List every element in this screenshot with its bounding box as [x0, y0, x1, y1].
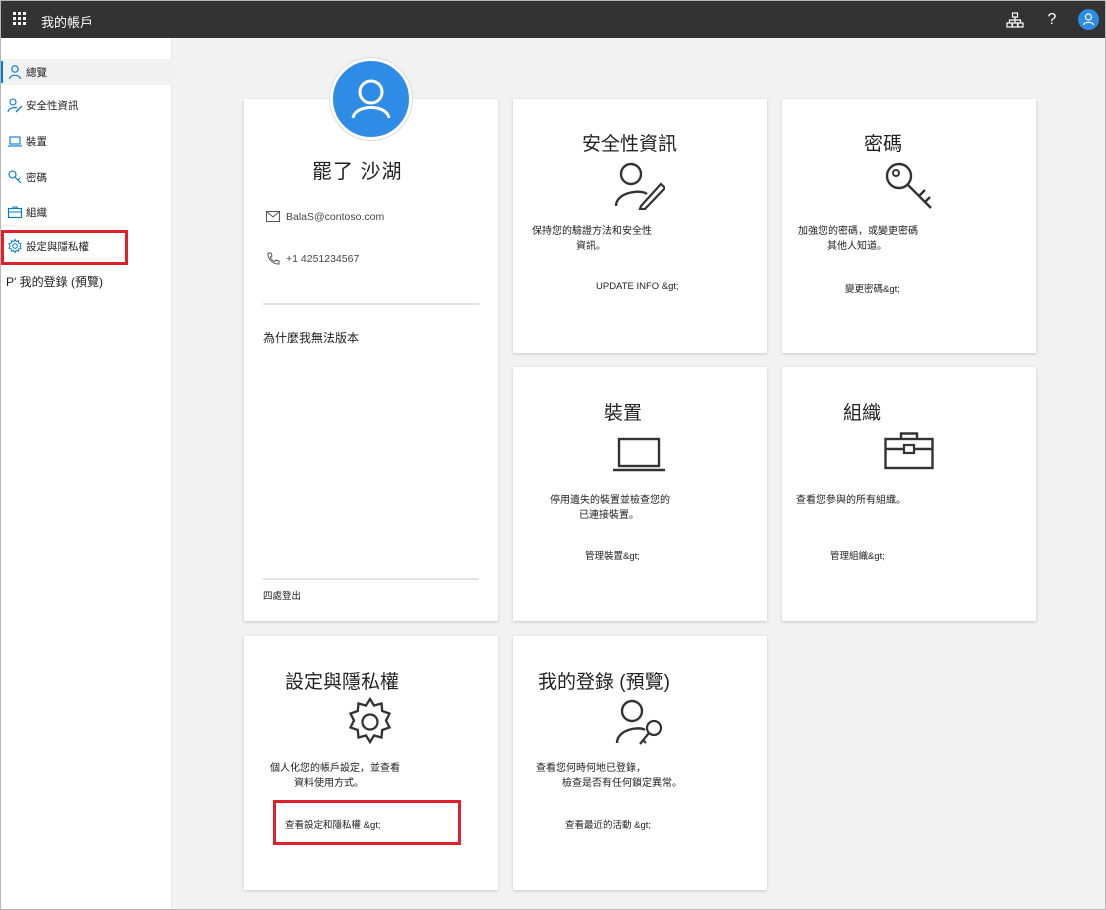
gear-icon: [348, 697, 392, 745]
mail-icon: [266, 211, 280, 222]
app-launcher-icon[interactable]: [13, 12, 27, 26]
card-description: 停用遺失的裝置並檢查您的 已連接裝置。: [550, 495, 670, 521]
security-info-icon: [7, 98, 23, 113]
profile-divider-bottom: [263, 578, 479, 580]
user-avatar-icon[interactable]: [1078, 9, 1099, 30]
sidebar: 總覽 安全性資訊 裝置 密碼 組織 設定與隱私權 P' 我的登錄 (預覽): [1, 38, 172, 909]
signout-everywhere-link[interactable]: 四處登出: [263, 588, 301, 602]
profile-name: 罷了 沙湖: [312, 161, 403, 183]
profile-avatar[interactable]: [330, 58, 412, 140]
card-title: 組織: [843, 403, 882, 424]
view-recent-activity-link[interactable]: 查看最近的活動 &gt;: [565, 817, 651, 831]
card-title: 密碼: [864, 134, 903, 155]
sidebar-item-label: 安全性資訊: [26, 100, 79, 112]
card-title: 安全性資訊: [582, 134, 678, 155]
card-description: 查看您何時何地已登錄， 檢查是否有任何鎖定異常。: [536, 763, 682, 789]
sidebar-item-security-info[interactable]: 安全性資訊: [1, 92, 172, 118]
why-cant-edit-link[interactable]: 為什麼我無法版本: [263, 329, 359, 346]
key-icon: [8, 170, 22, 184]
top-bar: 我的帳戶 ?: [1, 1, 1105, 38]
manage-organizations-link[interactable]: 管理組織&gt;: [830, 548, 885, 562]
signin-activity-icon: [615, 699, 663, 745]
sidebar-item-label: P' 我的登錄 (預覽): [6, 275, 103, 289]
profile-email: BalaS@contoso.com: [286, 211, 385, 223]
sidebar-item-label: 設定與隱私權: [26, 241, 89, 253]
sidebar-item-password[interactable]: 密碼: [1, 164, 172, 190]
sidebar-item-organizations[interactable]: 組織: [1, 199, 172, 225]
profile-phone: +1 4251234567: [286, 253, 360, 265]
sidebar-item-settings-privacy[interactable]: 設定與隱私權: [1, 233, 172, 259]
manage-devices-link[interactable]: 管理裝置&gt;: [585, 548, 640, 562]
gear-icon: [8, 238, 22, 254]
card-description: 查看您參與的所有組織。: [796, 495, 906, 506]
help-icon[interactable]: ?: [1042, 10, 1062, 30]
security-info-icon: [614, 162, 665, 210]
sidebar-item-my-signins[interactable]: P' 我的登錄 (預覽): [1, 268, 172, 294]
card-description: 保持您的驗證方法和安全性 資訊。: [532, 226, 652, 252]
card-description: 個人化您的帳戶設定，並查看 資料使用方式。: [270, 763, 400, 789]
laptop-icon: [613, 437, 665, 472]
key-icon: [885, 162, 932, 209]
briefcase-icon: [7, 206, 23, 219]
profile-divider-top: [263, 303, 479, 305]
card-title: 我的登錄 (預覽): [538, 672, 670, 693]
sidebar-item-devices[interactable]: 裝置: [1, 128, 172, 154]
sidebar-item-label: 裝置: [26, 136, 47, 148]
sidebar-item-label: 密碼: [26, 172, 47, 184]
laptop-icon: [8, 136, 22, 147]
person-icon: [8, 65, 22, 80]
app-title: 我的帳戶: [41, 15, 94, 30]
card-title: 設定與隱私權: [285, 672, 400, 693]
briefcase-icon: [884, 432, 934, 470]
change-password-link[interactable]: 變更密碼&gt;: [845, 281, 900, 295]
update-info-link[interactable]: UPDATE INFO &gt;: [596, 281, 679, 292]
view-settings-privacy-link[interactable]: 查看設定和隱私權 &gt;: [285, 817, 381, 831]
phone-icon: [267, 252, 280, 265]
sidebar-item-overview[interactable]: 總覽: [1, 59, 172, 85]
org-chart-icon[interactable]: [1005, 10, 1025, 30]
sidebar-item-label: 組織: [26, 207, 47, 219]
card-title: 裝置: [604, 403, 643, 424]
card-description: 加強您的密碼，或變更密碼 其他人知道。: [798, 226, 918, 252]
sidebar-item-label: 總覽: [26, 67, 47, 79]
